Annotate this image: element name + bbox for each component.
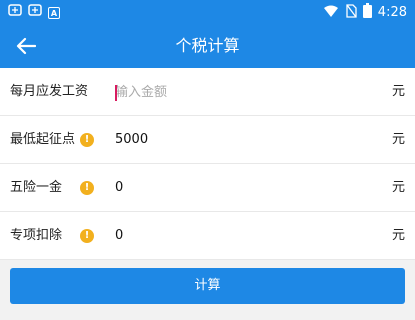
no-sim-icon bbox=[345, 3, 357, 22]
insurance-row: 五险一金 ! 0 元 bbox=[0, 164, 415, 212]
page-title: 个税计算 bbox=[175, 36, 240, 55]
threshold-value[interactable]: 5000 bbox=[115, 116, 148, 164]
threshold-unit: 元 bbox=[391, 132, 405, 147]
text-cursor bbox=[115, 85, 117, 101]
salary-input[interactable] bbox=[115, 80, 365, 104]
notification-icon bbox=[8, 3, 22, 23]
salary-label: 每月应发工资 bbox=[10, 84, 89, 99]
info-icon[interactable]: ! bbox=[80, 133, 94, 147]
tax-form: 每月应发工资 元 最低起征点 ! 5000 元 五险一金 ! 0 元 专项扣除 … bbox=[0, 68, 415, 260]
insurance-value[interactable]: 0 bbox=[115, 164, 123, 212]
special-deduction-unit: 元 bbox=[391, 228, 405, 243]
threshold-row: 最低起征点 ! 5000 元 bbox=[0, 116, 415, 164]
salary-unit: 元 bbox=[391, 84, 405, 99]
a-icon: A bbox=[48, 7, 60, 19]
calculate-button[interactable]: 计算 bbox=[10, 268, 405, 304]
status-bar: A 4:28 bbox=[0, 0, 415, 24]
app-bar: 个税计算 bbox=[0, 24, 415, 68]
insurance-label: 五险一金 bbox=[10, 180, 63, 195]
notification-icon bbox=[28, 3, 42, 23]
info-icon[interactable]: ! bbox=[80, 229, 94, 243]
insurance-unit: 元 bbox=[391, 180, 405, 195]
special-deduction-row: 专项扣除 ! 0 元 bbox=[0, 212, 415, 260]
special-deduction-label: 专项扣除 bbox=[10, 228, 63, 243]
status-time: 4:28 bbox=[377, 4, 407, 20]
threshold-label: 最低起征点 bbox=[10, 132, 76, 147]
wifi-icon bbox=[323, 3, 339, 22]
special-deduction-value[interactable]: 0 bbox=[115, 212, 123, 260]
battery-icon bbox=[362, 3, 372, 22]
salary-row: 每月应发工资 元 bbox=[0, 68, 415, 116]
info-icon[interactable]: ! bbox=[80, 181, 94, 195]
